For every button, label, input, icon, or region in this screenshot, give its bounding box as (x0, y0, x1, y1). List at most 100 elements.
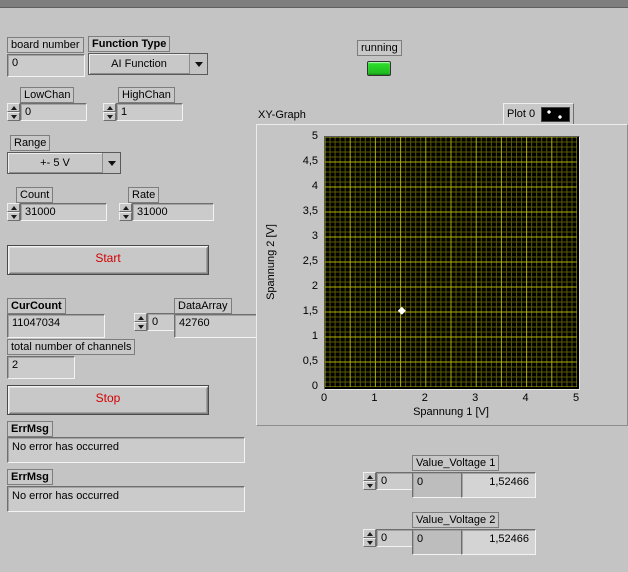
labview-front-panel: board number 0 Function Type AI Function… (0, 0, 628, 572)
plot-area (324, 136, 580, 390)
count-field[interactable]: 31000 (20, 203, 107, 221)
dropdown-arrow-button[interactable] (102, 153, 120, 173)
y-tick-label: 2 (311, 280, 318, 292)
value-voltage-2-index-control[interactable]: 0 (363, 529, 416, 547)
value-voltage-2-index-field[interactable]: 0 (376, 529, 416, 547)
up-arrow-icon (10, 205, 17, 210)
decrement-button[interactable] (363, 481, 376, 490)
function-type-value: AI Function (111, 58, 167, 70)
y-tick-label: 1,5 (302, 305, 318, 317)
stop-button[interactable]: Stop (7, 385, 209, 415)
decrement-button[interactable] (7, 112, 20, 121)
down-arrow-icon (366, 540, 373, 545)
curcount-label: CurCount (7, 298, 66, 314)
value-voltage-1-spinner[interactable] (363, 472, 376, 490)
count-spinner[interactable] (7, 203, 20, 221)
down-arrow-icon (366, 483, 373, 488)
highchan-control[interactable]: 1 (103, 103, 183, 121)
x-tick-label: 4 (522, 392, 529, 404)
rate-control[interactable]: 31000 (119, 203, 214, 221)
decrement-button[interactable] (363, 538, 376, 547)
xy-graph: Spannung 2 [V] 0 0,5 1 1,5 2 2,5 3 3,5 4 4,5 5 012… (256, 124, 628, 426)
highchan-spinner[interactable] (103, 103, 116, 121)
count-control[interactable]: 31000 (7, 203, 107, 221)
rate-spinner[interactable] (119, 203, 132, 221)
lowchan-control[interactable]: 0 (7, 103, 87, 121)
total-channels-label: total number of channels (7, 339, 136, 355)
y-tick-label: 4,5 (302, 155, 318, 167)
y-tick-label: 5 (311, 130, 318, 142)
value-voltage-2-spinner[interactable] (363, 529, 376, 547)
range-dropdown[interactable]: +- 5 V (7, 152, 121, 174)
increment-button[interactable] (7, 203, 20, 212)
running-led (367, 61, 391, 76)
y-tick-label: 0 (311, 380, 318, 392)
y-tick-label: 1 (311, 330, 318, 342)
down-arrow-icon (122, 214, 129, 219)
rate-label: Rate (128, 187, 160, 203)
errmsg1-label: ErrMsg (7, 421, 53, 437)
rate-field[interactable]: 31000 (132, 203, 214, 221)
highchan-field[interactable]: 1 (116, 103, 183, 121)
up-arrow-icon (106, 105, 113, 110)
start-button[interactable]: Start (7, 245, 209, 275)
decrement-button[interactable] (119, 212, 132, 221)
value-voltage-1-label: Value_Voltage 1 (412, 455, 500, 471)
y-tick-label: 4 (311, 180, 318, 192)
dropdown-arrow-button[interactable] (189, 54, 207, 74)
decrement-button[interactable] (103, 112, 116, 121)
highchan-label: HighChan (118, 87, 175, 103)
total-channels-field: 2 (7, 356, 75, 379)
function-type-dropdown[interactable]: AI Function (88, 53, 208, 75)
y-tick-label: 3 (311, 230, 318, 242)
up-arrow-icon (122, 205, 129, 210)
x-tick-label: 1 (371, 392, 378, 404)
errmsg2-label: ErrMsg (7, 469, 53, 485)
value-voltage-2-label: Value_Voltage 2 (412, 512, 500, 528)
chevron-down-icon (107, 160, 116, 166)
up-arrow-icon (137, 315, 144, 320)
x-tick-label: 5 (572, 392, 580, 404)
value-voltage-2-value-field: 1,52466 (461, 529, 536, 555)
lowchan-spinner[interactable] (7, 103, 20, 121)
increment-button[interactable] (103, 103, 116, 112)
up-arrow-icon (366, 474, 373, 479)
value-voltage-1-index-control[interactable]: 0 (363, 472, 416, 490)
lowchan-field[interactable]: 0 (20, 103, 87, 121)
plot-canvas (325, 137, 577, 387)
xy-graph-label: XY-Graph (258, 109, 306, 121)
increment-button[interactable] (119, 203, 132, 212)
x-tick-label: 2 (421, 392, 428, 404)
decrement-button[interactable] (7, 212, 20, 221)
board-number-field[interactable]: 0 (7, 54, 85, 77)
increment-button[interactable] (363, 472, 376, 481)
errmsg1-field: No error has occurred (7, 437, 245, 463)
value-voltage-1-index-field[interactable]: 0 (376, 472, 416, 490)
count-label: Count (16, 187, 54, 203)
increment-button[interactable] (134, 313, 147, 322)
window-top-edge (0, 0, 628, 8)
value-voltage-1-value-field: 1,52466 (461, 472, 536, 498)
data-array-label: DataArray (174, 298, 232, 314)
plot-legend[interactable]: Plot 0 (503, 103, 575, 125)
range-label: Range (10, 135, 51, 151)
running-label: running (357, 40, 402, 56)
data-array-field: 42760 (174, 314, 266, 338)
increment-button[interactable] (363, 529, 376, 538)
curcount-field: 11047034 (7, 314, 105, 338)
data-array-index-spinner[interactable] (134, 313, 147, 331)
range-value: +- 5 V (40, 157, 70, 169)
up-arrow-icon (366, 531, 373, 536)
board-number-label: board number (7, 37, 84, 53)
y-tick-label: 3,5 (302, 205, 318, 217)
down-arrow-icon (10, 214, 17, 219)
x-axis-label: Spannung 1 [V] (413, 406, 489, 418)
increment-button[interactable] (7, 103, 20, 112)
decrement-button[interactable] (134, 322, 147, 331)
down-arrow-icon (10, 114, 17, 119)
function-type-label: Function Type (88, 36, 171, 52)
x-tick-label: 3 (472, 392, 479, 404)
chevron-down-icon (194, 61, 203, 67)
down-arrow-icon (137, 324, 144, 329)
down-arrow-icon (106, 114, 113, 119)
